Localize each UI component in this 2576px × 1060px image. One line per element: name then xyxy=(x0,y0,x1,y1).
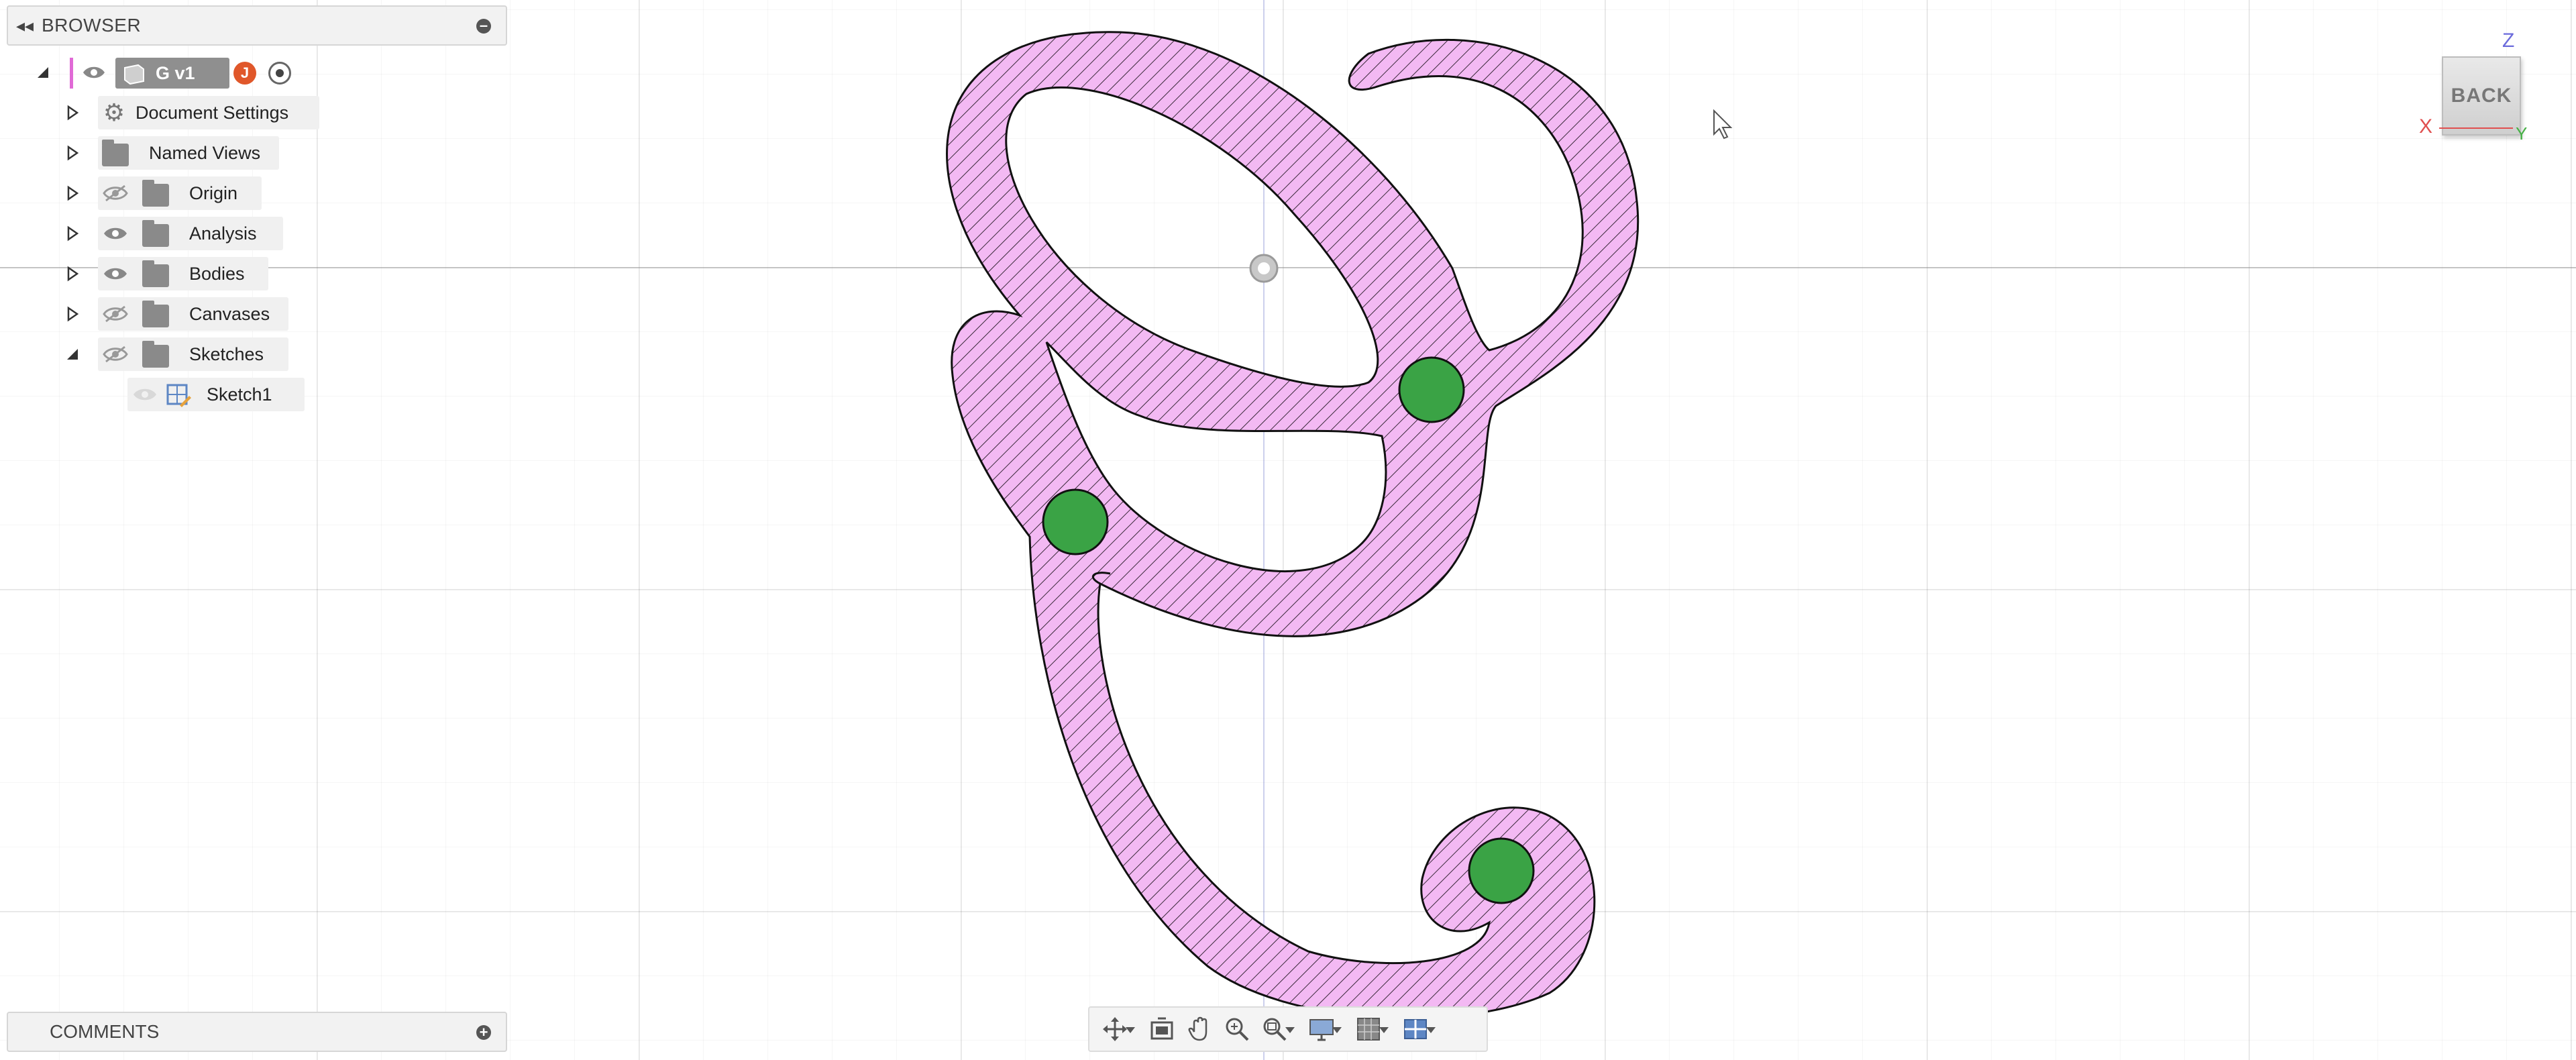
root-color-bar xyxy=(70,58,73,89)
expand-triangle-icon[interactable] xyxy=(64,105,80,121)
expand-triangle-icon[interactable] xyxy=(64,145,80,161)
tree-item-label: Bodies xyxy=(189,263,245,284)
view-cube-face-label: BACK xyxy=(2451,85,2512,107)
expand-triangle-icon[interactable] xyxy=(64,185,80,201)
expand-triangle-icon[interactable] xyxy=(64,306,80,322)
folder-icon xyxy=(142,301,169,327)
x-axis-label: X xyxy=(2419,115,2433,138)
display-settings-icon[interactable] xyxy=(1303,1010,1342,1048)
tree-item-sketch1[interactable]: Sketch1 xyxy=(127,378,305,411)
origin-point-icon[interactable] xyxy=(1249,254,1279,283)
navigation-toolbar xyxy=(1088,1006,1488,1052)
minimize-browser-icon[interactable]: – xyxy=(476,18,491,34)
browser-panel-header[interactable]: ◂◂ BROWSER – xyxy=(7,5,507,46)
expand-triangle-icon[interactable] xyxy=(64,266,80,282)
collapse-triangle-icon[interactable] xyxy=(64,346,80,362)
look-at-icon[interactable] xyxy=(1143,1010,1181,1048)
hole-circle[interactable] xyxy=(1468,837,1535,904)
tree-item-label: Canvases xyxy=(189,303,270,324)
eye-icon[interactable] xyxy=(82,64,106,81)
z-axis-label: Z xyxy=(2502,30,2515,52)
collapse-browser-icon[interactable]: ◂◂ xyxy=(8,15,42,36)
hole-circle[interactable] xyxy=(1398,356,1465,423)
expand-triangle-icon[interactable] xyxy=(64,225,80,242)
folder-icon xyxy=(142,220,169,247)
add-comment-icon[interactable]: + xyxy=(476,1025,491,1040)
sketch-icon xyxy=(166,384,191,407)
browser-title: BROWSER xyxy=(42,15,142,36)
x-axis-indicator xyxy=(2439,127,2513,129)
viewports-icon[interactable] xyxy=(1397,1010,1436,1048)
tree-item-label: Sketches xyxy=(189,343,264,364)
zoom-icon[interactable] xyxy=(1218,1010,1256,1048)
folder-icon xyxy=(102,140,129,166)
mouse-cursor-icon xyxy=(1713,109,1733,140)
eye-icon[interactable] xyxy=(131,385,158,404)
eye-icon[interactable] xyxy=(102,224,129,243)
zoom-window-icon[interactable] xyxy=(1256,1010,1295,1048)
comments-title: COMMENTS xyxy=(50,1021,160,1042)
eye-hidden-icon[interactable] xyxy=(102,345,129,364)
collapse-triangle-icon[interactable] xyxy=(35,64,51,81)
tree-item-label: Sketch1 xyxy=(207,384,272,405)
user-badge[interactable]: J xyxy=(233,62,256,85)
tree-item-label: Origin xyxy=(189,182,238,203)
tree-item-document-settings[interactable]: ⚙ Document Settings xyxy=(98,96,319,129)
tree-item-sketches[interactable]: Sketches xyxy=(98,337,288,371)
tree-item-bodies[interactable]: Bodies xyxy=(98,257,268,290)
hole-circle[interactable] xyxy=(1042,488,1109,555)
eye-icon[interactable] xyxy=(102,264,129,283)
view-cube[interactable]: BACK xyxy=(2442,56,2521,136)
gear-icon: ⚙ xyxy=(103,99,125,126)
tree-item-label: Named Views xyxy=(149,142,261,163)
tree-item-canvases[interactable]: Canvases xyxy=(98,297,288,331)
root-component-label: G v1 xyxy=(156,62,195,83)
eye-hidden-icon[interactable] xyxy=(102,184,129,203)
activate-radio[interactable] xyxy=(268,62,291,85)
tree-item-analysis[interactable]: Analysis xyxy=(98,217,283,250)
root-component-node[interactable]: G v1 xyxy=(115,58,229,89)
tree-item-label: Analysis xyxy=(189,223,257,244)
folder-icon xyxy=(142,180,169,207)
folder-icon xyxy=(142,260,169,287)
sketch-profile[interactable] xyxy=(0,0,2576,1060)
tree-item-label: Document Settings xyxy=(136,102,289,123)
pan-icon[interactable] xyxy=(1181,1010,1218,1048)
folder-icon xyxy=(142,341,169,368)
tree-item-named-views[interactable]: Named Views xyxy=(98,136,279,170)
component-icon xyxy=(124,64,144,85)
grid-settings-icon[interactable] xyxy=(1350,1010,1389,1048)
orbit-icon[interactable] xyxy=(1096,1010,1135,1048)
tree-item-origin[interactable]: Origin xyxy=(98,176,262,210)
y-axis-label: Y xyxy=(2516,123,2528,144)
comments-panel-header[interactable]: COMMENTS + xyxy=(7,1012,507,1052)
eye-hidden-icon[interactable] xyxy=(102,305,129,323)
